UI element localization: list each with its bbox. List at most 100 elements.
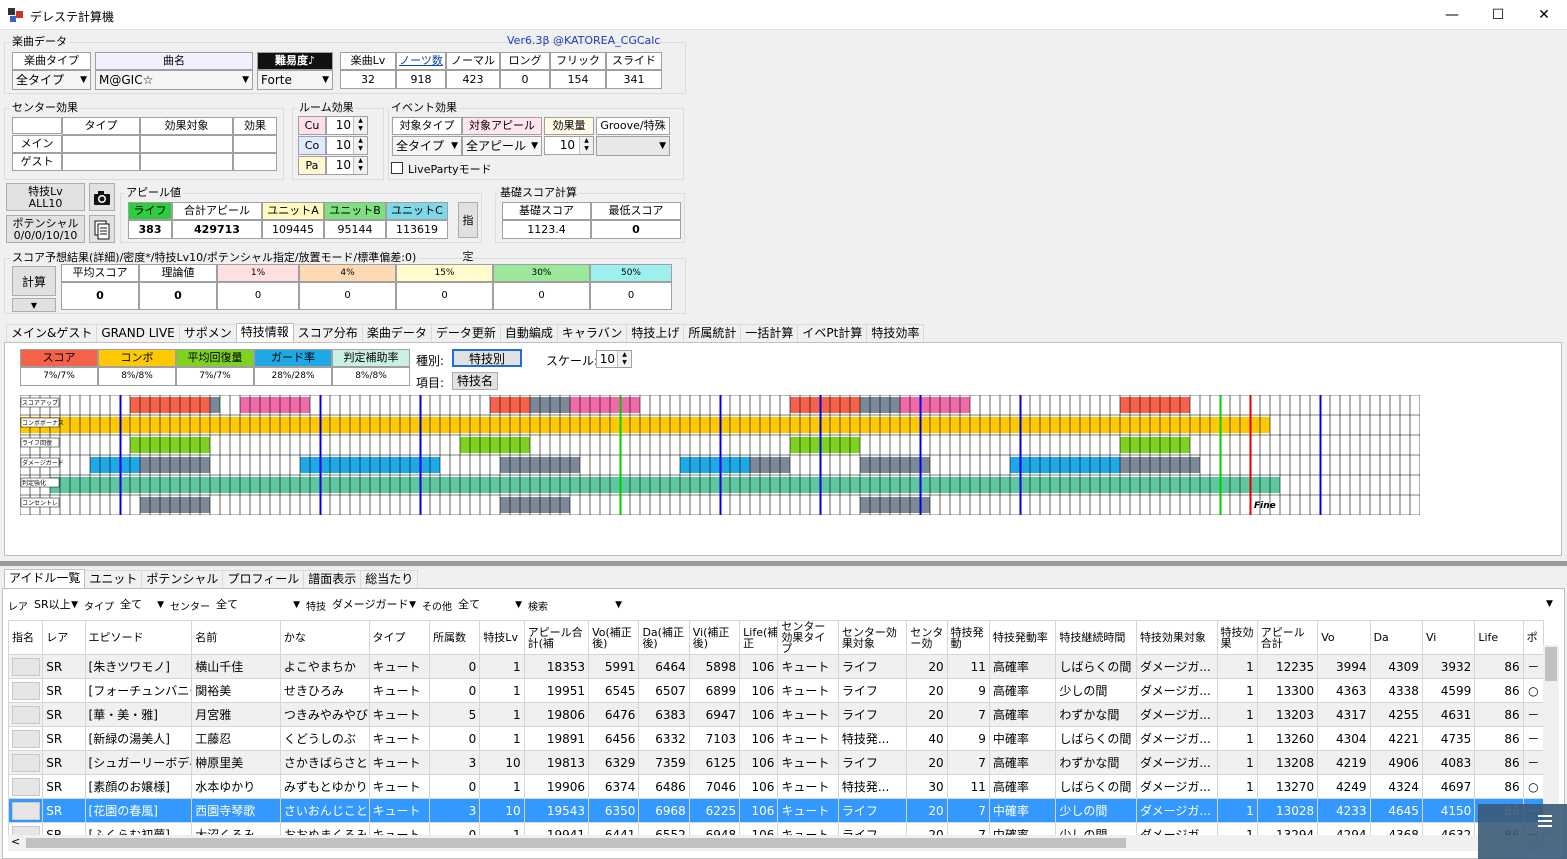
tab-8[interactable]: キャラバン (556, 324, 628, 342)
kind-button[interactable]: 特技別 (452, 349, 522, 367)
scrollbar-thumb[interactable] (1545, 647, 1557, 681)
event-groove-select[interactable]: ▼ (596, 136, 670, 156)
tab-11[interactable]: 一括計算 (740, 324, 799, 342)
song-stat-header[interactable]: ノーツ数 (396, 52, 446, 70)
tab-13[interactable]: 特技効率 (866, 324, 925, 342)
other-select[interactable]: 全て ▼ (455, 596, 525, 614)
bottom-tab-4[interactable]: 譜面表示 (303, 570, 362, 588)
column-header[interactable]: Vi(補正後) (688, 620, 741, 655)
scale-spinner[interactable]: 10 ▲ ▼ (596, 350, 632, 368)
tab-3[interactable]: 特技情報 (235, 323, 294, 342)
search-select[interactable]: ▼ (551, 596, 625, 614)
column-header[interactable]: Vi (1421, 620, 1476, 655)
row-select-button[interactable] (12, 777, 40, 796)
skill-filter-select[interactable]: ダメージガード ▼ (329, 596, 419, 614)
column-header[interactable]: 名前 (191, 620, 281, 655)
tab-1[interactable]: GRAND LIVE (96, 324, 180, 342)
tab-10[interactable]: 所属統計 (683, 324, 742, 342)
table-row[interactable]: SR[フォーチュンバニー]関裕美せきひろみキュート011995165456507… (7, 678, 1545, 703)
row-select-button[interactable] (12, 681, 40, 700)
row-selector[interactable] (7, 726, 44, 751)
tab-6[interactable]: データ更新 (430, 324, 501, 342)
item-button[interactable]: 特技名 (452, 372, 498, 390)
row-select-button[interactable] (12, 705, 40, 724)
calc-button[interactable]: 計算 (12, 266, 56, 296)
column-header[interactable]: アピール合計 (1256, 620, 1319, 655)
row-selector[interactable] (7, 702, 44, 727)
table-row[interactable]: SR [華・美・雅] 月宮雅 つきみやみやび キュート 5 1 19806 6476 6383 69… (7, 702, 1545, 727)
spin-arrows-icon[interactable]: ▲ ▼ (353, 117, 367, 134)
assign-button[interactable]: 指定 (458, 202, 478, 263)
tab-2[interactable]: サポメン (178, 324, 237, 342)
row-select-button[interactable] (12, 753, 40, 772)
copy-button[interactable] (89, 215, 115, 243)
skill-level-button[interactable]: 特技Lv ALL10 (6, 183, 85, 211)
spin-arrows-icon[interactable]: ▲ ▼ (579, 137, 593, 154)
column-header[interactable]: センター効 (906, 620, 948, 655)
room-spinner[interactable]: 10 ▲ ▼ (326, 136, 368, 155)
column-header[interactable]: かな (279, 620, 370, 655)
song-type-select[interactable]: 全タイプ ▼ (12, 70, 91, 90)
chevron-down-icon[interactable]: ▼ (1546, 599, 1553, 609)
tab-4[interactable]: スコア分布 (292, 324, 363, 342)
event-type-select[interactable]: 全タイプ ▼ (392, 136, 462, 156)
column-header[interactable]: レア (42, 620, 86, 655)
table-row[interactable]: SR [朱きツワモノ] 横山千佳 よこやまちか キュート 0 1 18353 5991 6464 5… (7, 654, 1545, 679)
scroll-left-icon[interactable]: < (11, 835, 20, 848)
column-header[interactable]: 特技効果対象 (1135, 620, 1218, 655)
column-header[interactable]: エピソード (84, 620, 193, 655)
tab-9[interactable]: 特技上げ (626, 324, 685, 342)
column-header[interactable]: Vo(補正後) (588, 620, 640, 655)
column-header[interactable]: 所属数 (428, 620, 481, 655)
overlay-widget[interactable] (1478, 804, 1567, 859)
liveparty-checkbox[interactable] (391, 162, 403, 174)
center-filter-select[interactable]: 全て ▼ (213, 596, 303, 614)
column-header[interactable]: 指名 (7, 620, 44, 655)
bottom-tab-1[interactable]: ユニット (84, 570, 143, 588)
column-header[interactable]: タイプ (368, 620, 430, 655)
event-amount-spinner[interactable]: 10 ▲ ▼ (544, 136, 594, 155)
column-header[interactable]: Da(補正後) (638, 620, 690, 655)
column-header[interactable]: アピール合計(補 (523, 620, 590, 655)
bottom-tab-5[interactable]: 総当たり (360, 570, 419, 588)
minimize-button[interactable]: — (1429, 0, 1475, 30)
row-selector[interactable] (7, 798, 44, 823)
table-row[interactable]: SR [素顔のお嬢様] 水本ゆかり みずもとゆかり キュート 0 1 19906 6374 648… (7, 774, 1545, 799)
tab-0[interactable]: メイン&ゲスト (6, 324, 98, 342)
tab-7[interactable]: 自動編成 (499, 324, 558, 342)
column-header[interactable]: Life(補正 (739, 620, 779, 655)
table-row[interactable]: SR[花園の春風]西園寺琴歌さいおんじこと...キュート310195436350… (7, 798, 1545, 823)
horizontal-scrollbar[interactable]: < (8, 835, 1543, 851)
spin-arrows-icon[interactable]: ▲ ▼ (353, 157, 367, 174)
tab-12[interactable]: イベPt計算 (797, 324, 868, 342)
column-header[interactable]: 特技Lv (479, 620, 525, 655)
column-header[interactable]: センター効果対象 (837, 620, 908, 655)
column-header[interactable]: 特技発動 (946, 620, 990, 655)
difficulty-select[interactable]: Forte ▼ (257, 70, 333, 90)
spin-arrows-icon[interactable]: ▲ ▼ (617, 351, 631, 367)
column-header[interactable]: Vo (1317, 620, 1371, 655)
calc-dropdown-button[interactable]: ▼ (12, 298, 56, 312)
row-select-button[interactable] (12, 657, 40, 676)
camera-button[interactable] (89, 183, 115, 211)
column-header[interactable]: 特技発動率 (988, 620, 1057, 655)
row-selector[interactable] (7, 774, 44, 799)
splitter[interactable] (0, 561, 1567, 566)
column-header[interactable]: センター効果タイプ (777, 620, 839, 655)
column-header[interactable]: Life (1474, 620, 1524, 655)
row-selector[interactable] (7, 750, 44, 775)
column-header[interactable]: ポ (1522, 620, 1545, 655)
close-button[interactable]: ✕ (1521, 0, 1567, 30)
bottom-tab-0[interactable]: アイドル一覧 (4, 569, 86, 588)
column-header[interactable]: 特技効果 (1216, 620, 1258, 655)
table-row[interactable]: SR[シュガーリーボディ]榊原里美さかきばらさと...キュート310198136… (7, 750, 1545, 775)
column-header[interactable]: 特技継続時間 (1055, 620, 1137, 655)
spin-arrows-icon[interactable]: ▲ ▼ (353, 137, 367, 154)
column-header[interactable]: Da (1369, 620, 1423, 655)
type-select[interactable]: 全て ▼ (117, 596, 167, 614)
song-name-select[interactable]: M@GIC☆ ▼ (95, 70, 253, 90)
potential-button[interactable]: ポテンシャル 0/0/0/10/10 (6, 215, 85, 243)
row-select-button[interactable] (12, 729, 40, 748)
bottom-tab-3[interactable]: プロフィール (222, 570, 305, 588)
scrollbar-thumb[interactable] (26, 838, 1126, 848)
